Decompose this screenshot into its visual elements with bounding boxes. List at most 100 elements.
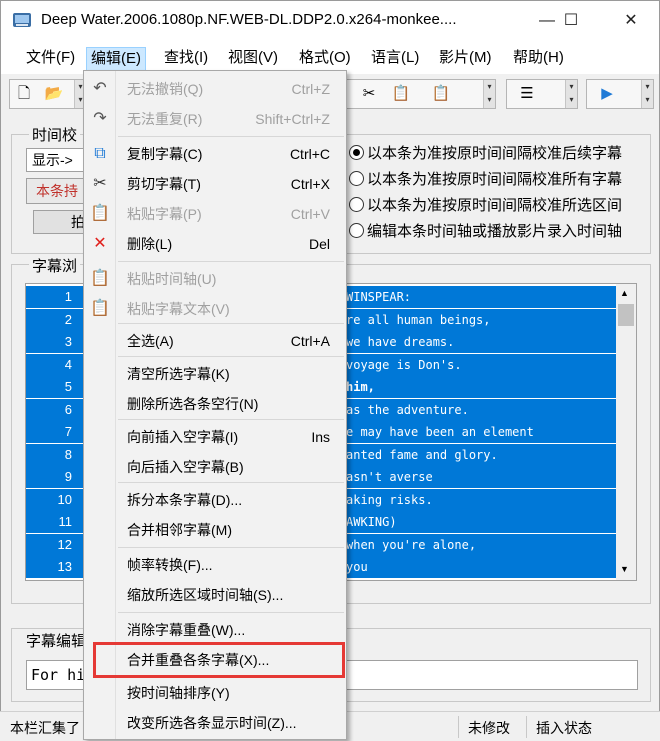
radio-label: 以本条为准按原时间间隔校准所有字幕	[367, 171, 623, 188]
menu-file[interactable]: 文件(F)	[22, 47, 79, 71]
menu-help[interactable]: 帮助(H)	[509, 47, 568, 71]
menu-edit[interactable]: 编辑(E)	[86, 47, 146, 71]
window-title: Deep Water.2006.1080p.NF.WEB-DL.DDP2.0.x…	[41, 11, 457, 28]
menu-item[interactable]: 删除(L) Del	[118, 230, 344, 258]
toolbar-group-play: ▶ ▾ ▾	[586, 79, 654, 109]
menu-item[interactable]: 拆分本条字幕(D)...	[118, 486, 344, 514]
radio-calibrate-all[interactable]: 以本条为准按原时间间隔校准所有字幕	[349, 168, 622, 189]
menu-item[interactable]: 改变所选各条显示时间(Z)...	[118, 709, 344, 737]
toolbar-grip[interactable]: ▾ ▾	[565, 80, 577, 108]
row-text: voyage is Don's.	[346, 357, 462, 372]
vertical-scrollbar[interactable]: ▲ ▼	[616, 284, 636, 580]
row-number: 4	[64, 356, 72, 372]
menu-item-label: 改变所选各条显示时间(Z)...	[127, 715, 297, 731]
menu-bar: 文件(F) 编辑(E) 查找(I) 视图(V) 格式(O) 语言(L) 影片(M…	[0, 40, 660, 74]
row-text: anted fame and glory.	[346, 447, 498, 462]
menu-item[interactable]: 清空所选字幕(K)	[118, 360, 344, 388]
menu-item[interactable]: 剪切字幕(T) Ctrl+X	[118, 170, 344, 198]
radio-label: 以本条为准按原时间间隔校准所选区间	[367, 197, 623, 214]
menu-item-label: 全选(A)	[127, 333, 174, 349]
list-icon[interactable]: ☰	[517, 84, 537, 104]
menu-item: 无法撤销(Q) Ctrl+Z	[118, 75, 344, 103]
row-number: 5	[64, 379, 72, 394]
radio-label: 编辑本条时间轴或播放影片录入时间轴	[367, 223, 623, 240]
status-divider	[526, 716, 527, 738]
row-text: WINSPEAR:	[346, 290, 412, 304]
menu-item[interactable]: 向后插入空字幕(B)	[118, 453, 344, 481]
menu-item-shortcut: Ctrl+A	[290, 333, 330, 349]
menu-separator	[118, 261, 344, 262]
time-calibration-label: 时间校	[29, 124, 81, 145]
menu-item[interactable]: 复制字幕(C) Ctrl+C	[118, 140, 344, 168]
edit-menu-dropdown: 无法撤销(Q) Ctrl+Z ↶ 无法重复(R) Shift+Ctrl+Z ↷ 复制字幕(C…	[83, 70, 347, 740]
row-text: as the adventure.	[346, 402, 469, 417]
menu-separator	[118, 136, 344, 137]
menu-view[interactable]: 视图(V)	[224, 47, 282, 71]
menu-item[interactable]: 消除字幕重叠(W)...	[118, 616, 344, 644]
menu-item-label: 粘贴时间轴(U)	[127, 271, 217, 287]
row-number: 3	[64, 334, 72, 349]
menu-item-label: 粘贴字幕(P)	[127, 206, 202, 222]
radio-calibrate-following[interactable]: 以本条为准按原时间间隔校准后续字幕	[349, 142, 622, 163]
scroll-up-icon[interactable]: ▲	[620, 288, 629, 298]
apply-current-button[interactable]: 本条持	[26, 178, 88, 204]
radio-label: 以本条为准按原时间间隔校准后续字幕	[367, 145, 623, 162]
menu-item[interactable]: 合并相邻字幕(M)	[118, 516, 344, 544]
row-number: 1	[64, 289, 72, 304]
play-icon[interactable]: ▶	[597, 84, 617, 104]
cut-icon: ✂	[93, 175, 107, 192]
radio-checked-icon	[349, 145, 364, 160]
menu-item-label: 拆分本条字幕(D)...	[127, 492, 243, 508]
toolbar-group-edit: ✂ 📋 📋 ▾ ▾	[346, 79, 496, 109]
menu-item: 无法重复(R) Shift+Ctrl+Z	[118, 105, 344, 133]
row-text: him,	[346, 380, 375, 394]
menu-item[interactable]: 删除所选各条空行(N)	[118, 390, 344, 418]
row-text: when you're alone,	[346, 537, 477, 552]
new-file-icon[interactable]: 🗋	[14, 84, 34, 104]
undo-icon: ↶	[93, 80, 107, 97]
scroll-thumb[interactable]	[618, 304, 634, 326]
menu-item[interactable]: 向前插入空字幕(I) Ins	[118, 423, 344, 451]
menu-separator	[118, 323, 344, 324]
menu-item-label: 粘贴字幕文本(V)	[127, 301, 230, 317]
menu-item-label: 剪切字幕(T)	[127, 176, 201, 192]
open-folder-icon[interactable]: 📂	[44, 84, 64, 104]
menu-item[interactable]: 缩放所选区域时间轴(S)...	[118, 581, 344, 609]
close-button[interactable]: ✕	[608, 1, 654, 41]
radio-edit-timeline[interactable]: 编辑本条时间轴或播放影片录入时间轴	[349, 220, 622, 241]
menu-movie[interactable]: 影片(M)	[435, 47, 496, 71]
paste-icon[interactable]: 📋	[391, 84, 411, 104]
menu-item-label: 复制字幕(C)	[127, 146, 203, 162]
clipboard-icon[interactable]: 📋	[431, 84, 451, 104]
toolbar-grip[interactable]: ▾ ▾	[641, 80, 653, 108]
row-text: aking risks.	[346, 492, 433, 507]
subtitle-browser-label: 字幕浏	[29, 255, 81, 276]
menu-language[interactable]: 语言(L)	[367, 47, 423, 71]
toolbar-grip[interactable]: ▾ ▾	[483, 80, 495, 108]
menu-find[interactable]: 查找(I)	[160, 47, 212, 71]
menu-item-shortcut: Ctrl+V	[290, 206, 330, 222]
menu-item-shortcut: Ins	[311, 429, 330, 445]
menu-item-label: 按时间轴排序(Y)	[127, 685, 230, 701]
menu-item-label: 缩放所选区域时间轴(S)...	[127, 587, 284, 603]
scroll-down-icon[interactable]: ▼	[620, 564, 629, 574]
menu-item[interactable]: 按时间轴排序(Y)	[118, 679, 344, 707]
radio-calibrate-selection[interactable]: 以本条为准按原时间间隔校准所选区间	[349, 194, 622, 215]
capture-button[interactable]: 拍	[33, 210, 88, 234]
display-button[interactable]: 显示->	[26, 148, 88, 172]
title-bar: Deep Water.2006.1080p.NF.WEB-DL.DDP2.0.x…	[0, 0, 660, 40]
menu-item-shortcut: Ctrl+C	[289, 146, 330, 162]
cut-icon[interactable]: ✂	[359, 84, 379, 104]
copy-icon: ⧉	[94, 145, 106, 162]
toolbar-group-file: 🗋 📂 ▾ ▾	[9, 79, 87, 109]
paste-icon: 📋	[90, 205, 110, 222]
menu-item[interactable]: 全选(A) Ctrl+A	[118, 327, 344, 355]
menu-item[interactable]: 帧率转换(F)...	[118, 551, 344, 579]
menu-item-label: 删除(L)	[127, 236, 173, 252]
row-text: e may have been an element	[346, 425, 534, 439]
menu-separator	[118, 482, 344, 483]
subtitle-editor-label: 字幕编辑	[23, 630, 90, 651]
maximize-button[interactable]: ☐	[548, 1, 594, 41]
menu-format[interactable]: 格式(O)	[295, 47, 355, 71]
menu-item-shortcut: Ctrl+Z	[291, 81, 331, 97]
